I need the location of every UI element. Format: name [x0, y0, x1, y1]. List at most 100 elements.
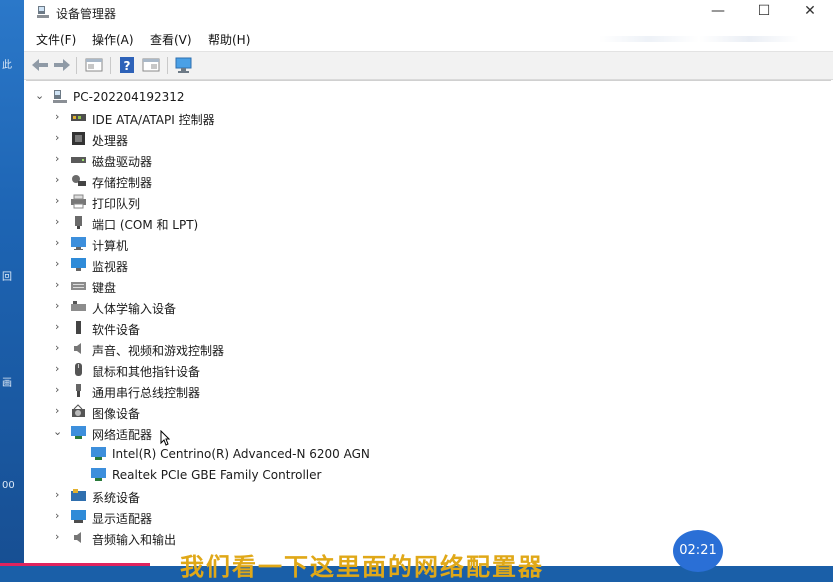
tree-category-audio-io[interactable]: › 音频输入和输出 [26, 528, 426, 548]
tree-category-system[interactable]: › 系统设备 [26, 486, 426, 506]
network-adapter-icon [91, 468, 106, 481]
chevron-right-icon[interactable]: › [55, 405, 65, 417]
tree-category-label: 声音、视频和游戏控制器 [92, 344, 225, 358]
tree-category-label: 打印队列 [92, 197, 141, 211]
back-icon[interactable] [30, 56, 50, 74]
window-title: 设备管理器 [56, 7, 117, 21]
chevron-right-icon[interactable]: › [55, 279, 65, 291]
help-icon[interactable]: ? [117, 56, 137, 74]
chevron-right-icon[interactable]: › [55, 258, 65, 270]
tree-category-processor[interactable]: › 处理器 [26, 129, 426, 149]
title-bar[interactable]: 设备管理器 — ☐ ✕ [24, 0, 833, 26]
software-device-icon [76, 321, 81, 334]
scan-hardware-icon[interactable] [174, 56, 194, 74]
chevron-right-icon[interactable]: › [55, 111, 65, 123]
chevron-down-icon[interactable]: ⌄ [53, 426, 63, 438]
tree-category-usb[interactable]: › 通用串行总线控制器 [26, 381, 426, 401]
properties-icon[interactable] [84, 56, 104, 74]
tree-category-disk[interactable]: › 磁盘驱动器 [26, 150, 426, 170]
device-manager-app-icon [37, 6, 49, 18]
tree-root[interactable]: ⌄ PC-202204192312 [26, 87, 326, 107]
tree-device-label: Realtek PCIe GBE Family Controller [112, 468, 322, 482]
menu-view[interactable]: 查看(V) [150, 31, 192, 48]
tree-device-label: Intel(R) Centrino(R) Advanced-N 6200 AGN [112, 447, 370, 461]
update-driver-icon[interactable] [141, 56, 161, 74]
monitor-icon [71, 258, 86, 271]
toolbar-separator [110, 57, 111, 74]
desktop-text-fragment: 画 [2, 378, 12, 389]
tree-category-software[interactable]: › 软件设备 [26, 318, 426, 338]
menu-bar: 文件(F) 操作(A) 查看(V) 帮助(H) [24, 28, 833, 50]
sound-icon [74, 343, 81, 354]
print-queue-icon [71, 194, 86, 209]
tree-category-computer[interactable]: › 计算机 [26, 234, 426, 254]
tree-category-monitor[interactable]: › 监视器 [26, 255, 426, 275]
tree-category-mouse[interactable]: › 鼠标和其他指针设备 [26, 360, 426, 380]
storage-controller-icon [72, 175, 86, 186]
tree-category-ide[interactable]: › IDE ATA/ATAPI 控制器 [26, 108, 426, 128]
tree-category-label: 图像设备 [92, 407, 141, 421]
tree-category-label: 监视器 [92, 260, 129, 274]
tree-category-hid[interactable]: › 人体学输入设备 [26, 297, 426, 317]
tree-category-label: 鼠标和其他指针设备 [92, 365, 201, 379]
tree-category-label: IDE ATA/ATAPI 控制器 [92, 113, 215, 127]
chevron-right-icon[interactable]: › [55, 300, 65, 312]
menu-help[interactable]: 帮助(H) [208, 31, 250, 48]
device-manager-window: 设备管理器 — ☐ ✕ 文件(F) 操作(A) 查看(V) 帮助(H) ? ⌄ … [24, 0, 833, 566]
chevron-right-icon[interactable]: › [55, 489, 65, 501]
ide-controller-icon [71, 114, 86, 121]
network-adapter-icon [71, 426, 86, 439]
chevron-right-icon[interactable]: › [55, 174, 65, 186]
hid-icon [71, 301, 86, 311]
system-device-icon [71, 489, 86, 501]
desktop-text-fragment: 00 [2, 480, 15, 491]
chevron-right-icon[interactable]: › [55, 384, 65, 396]
mouse-cursor-icon [160, 430, 170, 446]
tree-category-sound[interactable]: › 声音、视频和游戏控制器 [26, 339, 426, 359]
tree-category-label: 网络适配器 [92, 428, 153, 442]
tree-category-label: 键盘 [92, 281, 117, 295]
tree-category-keyboard[interactable]: › 键盘 [26, 276, 426, 296]
tree-category-display[interactable]: › 显示适配器 [26, 507, 426, 527]
computer-icon [71, 237, 86, 250]
menu-action[interactable]: 操作(A) [92, 31, 134, 48]
chevron-right-icon[interactable]: › [55, 531, 65, 543]
audio-io-icon [74, 532, 81, 543]
desktop-background: 此 回 画 00 [0, 0, 24, 566]
tree-category-imaging[interactable]: › 图像设备 [26, 402, 426, 422]
tree-category-label: 处理器 [92, 134, 129, 148]
chevron-right-icon[interactable]: › [55, 216, 65, 228]
close-button[interactable]: ✕ [787, 0, 833, 24]
chevron-right-icon[interactable]: › [55, 342, 65, 354]
network-adapter-icon [91, 447, 106, 460]
tree-device-realtek[interactable]: Realtek PCIe GBE Family Controller [26, 465, 526, 485]
tree-category-network[interactable]: ⌄ 网络适配器 [26, 423, 426, 443]
tree-category-label: 软件设备 [92, 323, 141, 337]
svg-text:?: ? [124, 59, 131, 73]
video-subtitle: 我们看一下这里面的网络配置器 [180, 553, 544, 581]
tree-category-port[interactable]: › 端口 (COM 和 LPT) [26, 213, 426, 233]
tree-category-label: 存储控制器 [92, 176, 153, 190]
menu-file[interactable]: 文件(F) [36, 31, 76, 48]
tree-category-storage[interactable]: › 存储控制器 [26, 171, 426, 191]
chevron-down-icon[interactable]: ⌄ [35, 90, 45, 102]
tree-category-label: 通用串行总线控制器 [92, 386, 201, 400]
chevron-right-icon[interactable]: › [55, 363, 65, 375]
toolbar-separator [167, 57, 168, 74]
chevron-right-icon[interactable]: › [55, 237, 65, 249]
chevron-right-icon[interactable]: › [55, 195, 65, 207]
minimize-button[interactable]: — [695, 0, 741, 24]
tree-category-print[interactable]: › 打印队列 [26, 192, 426, 212]
chevron-right-icon[interactable]: › [55, 321, 65, 333]
tree-category-label: 端口 (COM 和 LPT) [92, 218, 199, 232]
desktop-text-fragment: 此 [2, 60, 12, 71]
desktop-text-fragment: 回 [2, 272, 12, 283]
display-adapter-icon [71, 510, 86, 523]
chevron-right-icon[interactable]: › [55, 132, 65, 144]
port-icon [75, 216, 82, 229]
chevron-right-icon[interactable]: › [55, 510, 65, 522]
tree-device-intel[interactable]: Intel(R) Centrino(R) Advanced-N 6200 AGN [26, 444, 526, 464]
maximize-button[interactable]: ☐ [741, 0, 787, 24]
forward-icon[interactable] [52, 56, 72, 74]
chevron-right-icon[interactable]: › [55, 153, 65, 165]
